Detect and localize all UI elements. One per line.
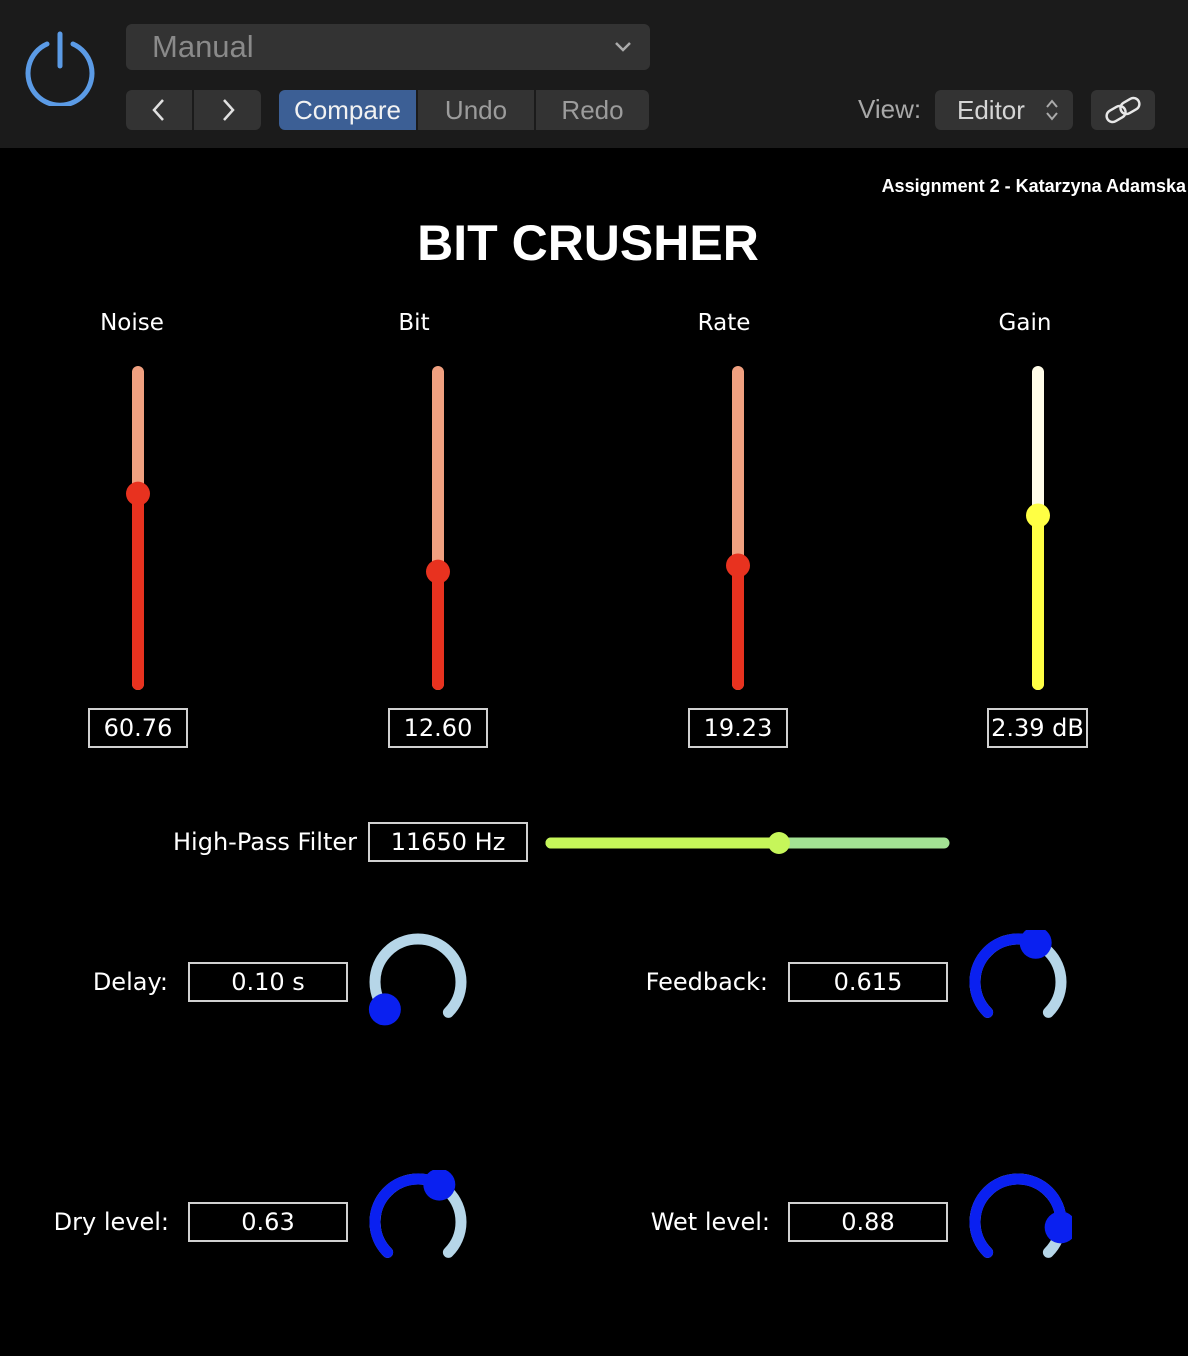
power-icon[interactable] — [22, 30, 98, 106]
knob-thumb[interactable] — [1044, 1211, 1072, 1244]
link-button[interactable] — [1091, 90, 1155, 130]
chevron-down-icon — [615, 42, 631, 52]
delay-label: Delay: — [92, 968, 168, 996]
bit-label: Bit — [398, 310, 430, 336]
author-credit: Assignment 2 - Katarzyna Adamska — [881, 176, 1186, 196]
plugin-title: BIT CRUSHER — [417, 215, 759, 271]
gain-label: Gain — [998, 310, 1052, 336]
wet-level-label: Wet level: — [650, 1208, 770, 1236]
wet-level-knob[interactable] — [964, 1170, 1072, 1274]
slider-thumb[interactable] — [1026, 503, 1050, 528]
undo-button[interactable]: Undo — [418, 90, 534, 130]
dry-level-knob[interactable] — [364, 1170, 472, 1274]
slider-thumb[interactable] — [767, 832, 790, 854]
gain-slider[interactable] — [1018, 360, 1058, 696]
rate-value-field[interactable]: 19.23 — [688, 708, 788, 748]
bit-value-field[interactable]: 12.60 — [388, 708, 488, 748]
wet-level-value-field[interactable]: 0.88 — [788, 1202, 948, 1242]
delay-value-field[interactable]: 0.10 s — [188, 962, 348, 1002]
slider-thumb[interactable] — [426, 559, 450, 584]
next-preset-button[interactable] — [194, 90, 261, 130]
view-select[interactable]: Editor — [935, 90, 1073, 130]
dry-level-value-field[interactable]: 0.63 — [188, 1202, 348, 1242]
hpf-slider[interactable] — [540, 826, 956, 862]
previous-preset-button[interactable] — [126, 90, 192, 130]
knob-thumb[interactable] — [423, 1170, 456, 1201]
hpf-value-field[interactable]: 11650 Hz — [368, 822, 528, 862]
slider-thumb[interactable] — [126, 481, 150, 506]
rate-label: Rate — [697, 310, 751, 336]
redo-button[interactable]: Redo — [536, 90, 649, 130]
chevron-left-icon — [152, 99, 164, 121]
knob-thumb[interactable] — [368, 993, 401, 1026]
bit-slider[interactable] — [418, 360, 458, 696]
compare-button[interactable]: Compare — [279, 90, 416, 130]
link-icon — [1105, 96, 1141, 124]
noise-label: Noise — [100, 310, 164, 336]
rate-slider[interactable] — [718, 360, 758, 696]
chevron-right-icon — [222, 99, 235, 121]
slider-thumb[interactable] — [726, 553, 750, 578]
preset-select[interactable]: Manual — [126, 24, 650, 70]
preset-value: Manual — [152, 29, 254, 64]
delay-knob[interactable] — [364, 930, 472, 1034]
feedback-label: Feedback: — [645, 968, 768, 996]
view-value: Editor — [957, 94, 1025, 125]
updown-chevron-icon — [1046, 99, 1058, 121]
feedback-knob[interactable] — [964, 930, 1072, 1034]
gain-value-field[interactable]: 2.39 dB — [987, 708, 1088, 748]
knob-fill — [969, 1173, 1067, 1258]
host-header: Manual Compare Undo Redo View: Editor — [0, 0, 1188, 148]
view-label: View: — [858, 94, 922, 124]
dry-level-label: Dry level: — [53, 1208, 169, 1236]
noise-slider[interactable] — [118, 360, 158, 696]
feedback-value-field[interactable]: 0.615 — [788, 962, 948, 1002]
noise-value-field[interactable]: 60.76 — [88, 708, 188, 748]
hpf-label: High-Pass Filter — [173, 828, 357, 856]
